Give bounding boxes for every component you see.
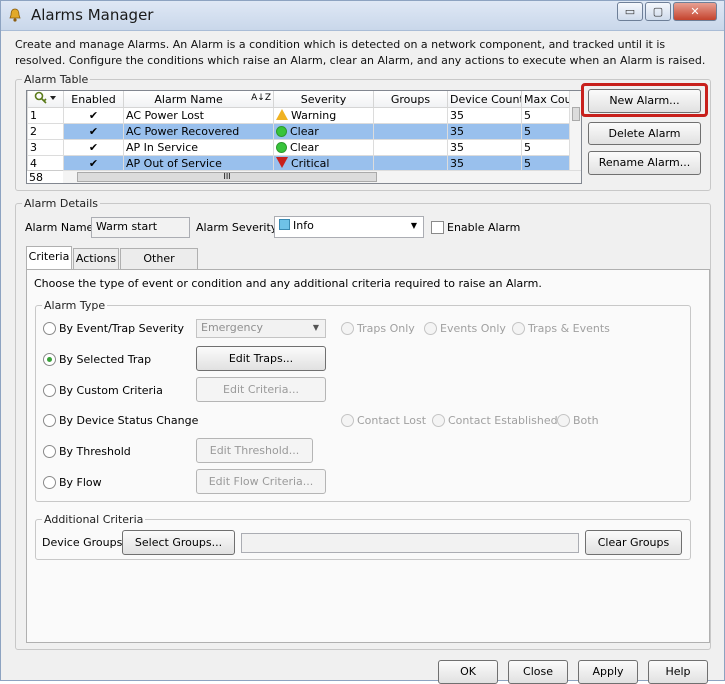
column-header-groups[interactable]: Groups — [373, 91, 448, 108]
radio-traps-only[interactable] — [341, 322, 354, 335]
radio-contact-lost[interactable] — [341, 414, 354, 427]
radio-threshold-label: By Threshold — [59, 445, 131, 458]
vertical-scroll-thumb[interactable] — [572, 107, 580, 121]
radio-contact-lost-label: Contact Lost — [357, 414, 427, 427]
clear-status-icon — [276, 126, 287, 137]
table-row[interactable]: 1 ✔ AC Power Lost Warning 35 5 — [27, 107, 571, 124]
tab-criteria[interactable]: Criteria — [26, 246, 72, 269]
alarm-type-legend: Alarm Type — [44, 299, 106, 312]
clear-status-icon — [276, 142, 287, 153]
radio-selected-trap-label: By Selected Trap — [59, 353, 152, 366]
description-text: Create and manage Alarms. An Alarm is a … — [15, 38, 706, 67]
table-vertical-scrollbar[interactable] — [569, 91, 581, 171]
row-count: 58 — [27, 170, 63, 184]
close-window-button[interactable]: ✕ — [673, 2, 717, 21]
edit-criteria-button[interactable]: Edit Criteria... — [196, 377, 326, 402]
radio-device-status-change[interactable] — [43, 414, 56, 427]
enabled-check[interactable]: ✔ — [63, 107, 124, 124]
tab-other-options[interactable]: Other Options — [120, 248, 198, 284]
radio-threshold[interactable] — [43, 445, 56, 458]
radio-event-trap-severity-label: By Event/Trap Severity — [59, 322, 185, 335]
help-button[interactable]: Help — [648, 660, 708, 684]
additional-criteria-legend: Additional Criteria — [44, 513, 144, 526]
chevron-down-icon: ▼ — [312, 323, 319, 332]
title-bar: Alarms Manager ▭ ▢ ✕ — [1, 1, 724, 31]
radio-both[interactable] — [557, 414, 570, 427]
new-alarm-button[interactable]: New Alarm... — [588, 89, 701, 113]
column-header-alarm-name[interactable]: Alarm Name A↓Z — [123, 91, 274, 108]
critical-icon — [276, 157, 288, 168]
radio-events-only-label: Events Only — [440, 322, 506, 335]
alarm-severity-select[interactable]: Info ▼ — [274, 216, 424, 238]
radio-flow[interactable] — [43, 476, 56, 489]
alarms-manager-window: Alarms Manager ▭ ▢ ✕ Create and manage A… — [0, 0, 725, 684]
enable-alarm-checkbox[interactable] — [431, 221, 444, 234]
radio-custom-criteria[interactable] — [43, 384, 56, 397]
enabled-check[interactable]: ✔ — [63, 139, 124, 156]
radio-traps-and-events-label: Traps & Events — [528, 322, 610, 335]
ok-button[interactable]: OK — [438, 660, 498, 684]
window-title: Alarms Manager — [31, 6, 154, 24]
alarm-table-legend: Alarm Table — [24, 73, 89, 86]
radio-event-trap-severity[interactable] — [43, 322, 56, 335]
column-options-header[interactable] — [27, 91, 64, 108]
bell-icon — [9, 8, 21, 22]
column-header-severity[interactable]: Severity — [273, 91, 374, 108]
table-horizontal-scrollbar[interactable]: III — [63, 170, 581, 183]
radio-events-only[interactable] — [424, 322, 437, 335]
warning-icon — [276, 109, 288, 120]
radio-traps-and-events[interactable] — [512, 322, 525, 335]
device-groups-label: Device Groups: — [42, 536, 127, 549]
enabled-check[interactable]: ✔ — [63, 123, 124, 140]
alarm-name-field[interactable]: Warm start — [91, 217, 190, 238]
maximize-button[interactable]: ▢ — [645, 2, 671, 21]
edit-threshold-button[interactable]: Edit Threshold... — [196, 438, 313, 463]
select-groups-button[interactable]: Select Groups... — [122, 530, 235, 555]
radio-flow-label: By Flow — [59, 476, 102, 489]
radio-selected-trap[interactable] — [43, 353, 56, 366]
edit-traps-button[interactable]: Edit Traps... — [196, 346, 326, 371]
close-button[interactable]: Close — [508, 660, 568, 684]
radio-custom-criteria-label: By Custom Criteria — [59, 384, 163, 397]
minimize-button[interactable]: ▭ — [617, 2, 643, 21]
alarm-details-legend: Alarm Details — [24, 197, 98, 210]
alarm-name-label: Alarm Name: — [25, 221, 98, 234]
table-row[interactable]: 3 ✔ AP In Service Clear 35 5 — [27, 139, 571, 156]
alarm-table[interactable]: Enabled Alarm Name A↓Z Severity Groups De… — [26, 90, 582, 184]
device-groups-field[interactable] — [241, 533, 579, 553]
radio-both-label: Both — [573, 414, 599, 427]
sort-az-icon: A↓Z — [251, 92, 271, 103]
column-header-max-count[interactable]: Max Cou — [521, 91, 571, 108]
table-header-row: Enabled Alarm Name A↓Z Severity Groups De… — [27, 91, 571, 108]
edit-flow-criteria-button[interactable]: Edit Flow Criteria... — [196, 469, 326, 494]
event-severity-select[interactable]: Emergency ▼ — [196, 319, 326, 338]
radio-device-status-change-label: By Device Status Change — [59, 414, 199, 427]
horizontal-scroll-thumb[interactable]: III — [77, 172, 377, 182]
radio-contact-established[interactable] — [432, 414, 445, 427]
clear-groups-button[interactable]: Clear Groups — [585, 530, 682, 555]
enable-alarm-label: Enable Alarm — [447, 221, 521, 234]
delete-alarm-button[interactable]: Delete Alarm — [588, 122, 701, 145]
apply-button[interactable]: Apply — [578, 660, 638, 684]
alarm-severity-label: Alarm Severity: — [196, 221, 281, 234]
key-dropdown-icon — [34, 91, 56, 104]
criteria-description: Choose the type of event or condition an… — [34, 277, 542, 290]
rename-alarm-button[interactable]: Rename Alarm... — [588, 151, 701, 175]
table-row[interactable]: 2 ✔ AC Power Recovered Clear 35 5 — [27, 123, 571, 140]
tab-actions[interactable]: Actions — [73, 248, 119, 269]
radio-traps-only-label: Traps Only — [357, 322, 415, 335]
column-header-enabled[interactable]: Enabled — [63, 91, 124, 108]
column-header-device-count[interactable]: Device Count — [447, 91, 522, 108]
chevron-down-icon: ▼ — [410, 221, 417, 230]
radio-contact-established-label: Contact Established — [448, 414, 558, 427]
info-severity-icon — [279, 219, 290, 230]
